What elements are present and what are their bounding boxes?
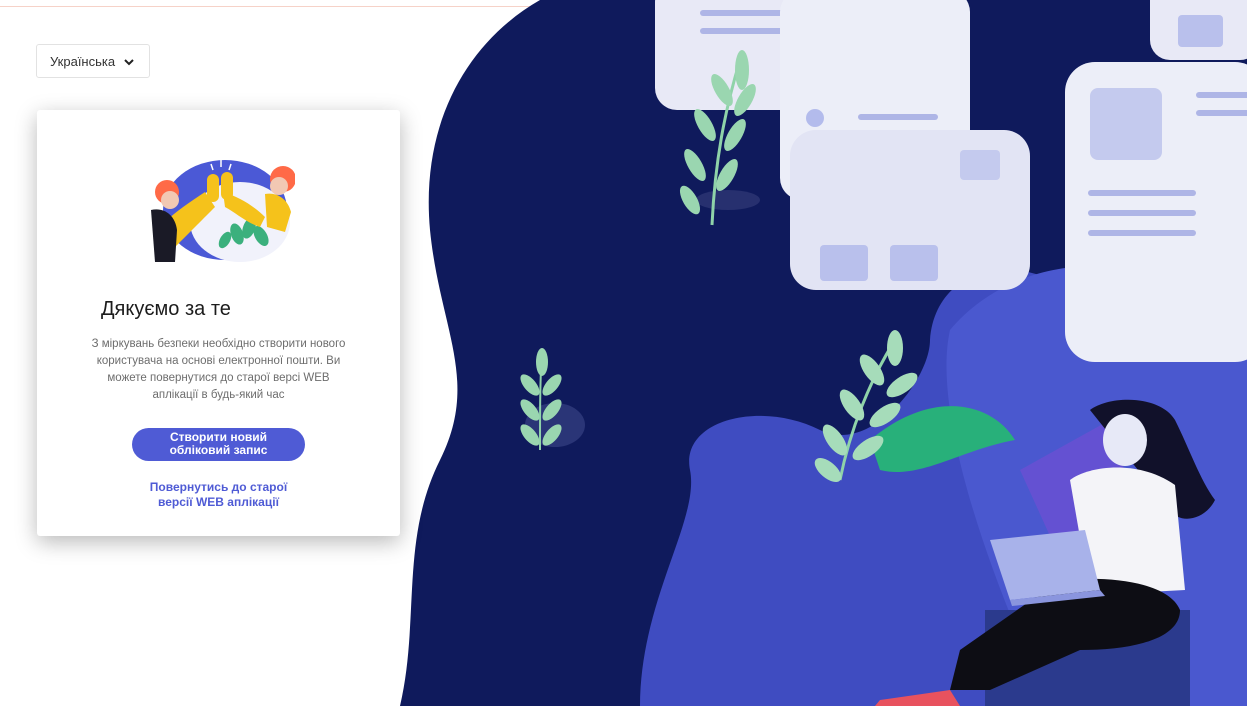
back-link-line: Повернутись до старої <box>149 480 288 494</box>
description-line: аплікації в будь-який час <box>152 389 285 401</box>
chevron-down-icon <box>124 59 134 66</box>
thank-you-card: Дякуємо за те З міркувань безпеки необхі… <box>37 110 400 536</box>
card-description: З міркувань безпеки необхідно створити н… <box>67 336 370 404</box>
high-five-illustration <box>151 160 295 262</box>
page: Українська Дякуємо за те З міркувань без… <box>0 0 1247 706</box>
language-select[interactable]: Українська <box>36 44 150 78</box>
card-title: Дякуємо за те <box>101 298 231 320</box>
description-line: користувача на основі електронної пошти.… <box>96 355 341 367</box>
description-line: можете повернутися до старої версі WEB <box>107 372 330 384</box>
description-line: З міркувань безпеки необхідно створити н… <box>91 338 346 350</box>
back-to-old-app-link[interactable]: Повернутись до старої версії WEB аплікац… <box>117 480 320 510</box>
create-account-button-line: обліковий запис <box>169 443 268 457</box>
create-account-button[interactable]: Створити новий обліковий запис <box>132 428 305 461</box>
back-link-line: версії WEB аплікації <box>158 495 279 509</box>
language-select-value: Українська <box>50 53 116 69</box>
